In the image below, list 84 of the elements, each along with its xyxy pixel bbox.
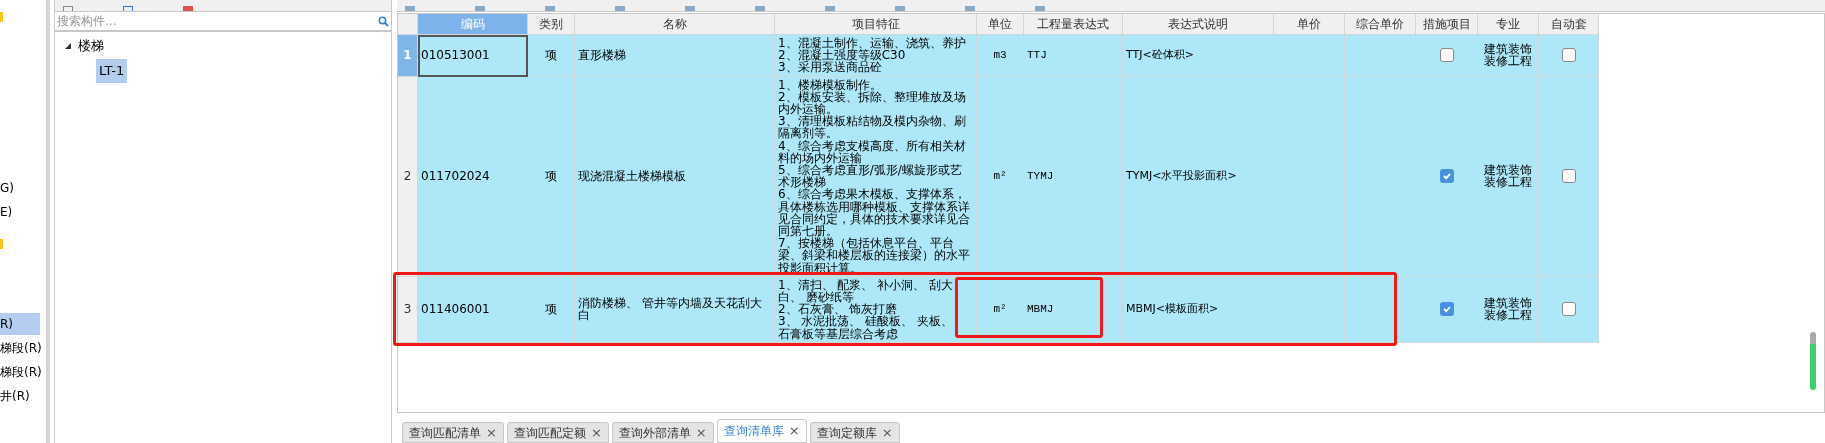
close-icon[interactable]: × <box>590 422 602 443</box>
table-cell: TTJ<砼体积> <box>1123 35 1274 77</box>
side-list-item[interactable]: G) <box>0 177 40 199</box>
checkbox[interactable] <box>1561 48 1576 63</box>
table-cell: 项 <box>528 276 575 343</box>
toolbar-icon[interactable] <box>825 6 835 11</box>
side-list-item[interactable]: 井(R) <box>0 385 40 407</box>
table-cell: 011702024 <box>418 76 528 277</box>
table-cell: 直形楼梯 <box>575 35 775 77</box>
table-cell: 1、混凝土制作、运输、浇筑、养护 2、混凝土强度等级C30 3、采用泵送商品砼 <box>778 37 966 74</box>
toolbar-icon[interactable] <box>405 6 415 11</box>
row-number[interactable]: 3 <box>398 276 418 343</box>
table-cell: MBMJ <box>1024 276 1123 343</box>
table-cell: 项 <box>528 35 575 77</box>
toolbar-icon[interactable] <box>895 6 905 11</box>
table-cell: MBMJ<模板面积> <box>1123 276 1274 343</box>
side-list-item[interactable]: 梯段(R) <box>0 361 40 383</box>
table-cell: 建筑装饰装修工程 <box>1483 164 1533 189</box>
side-list-item[interactable]: R) <box>0 313 40 335</box>
toolbar-icon[interactable] <box>615 6 625 11</box>
bottom-tab[interactable]: 查询匹配定额 × <box>506 422 609 443</box>
checkbox[interactable] <box>1439 169 1454 184</box>
column-header[interactable]: 类别 <box>528 14 575 35</box>
checkbox[interactable] <box>1439 302 1454 317</box>
column-header[interactable]: 项目特征 <box>775 14 977 35</box>
side-list-item[interactable]: E) <box>0 201 40 223</box>
bottom-tab[interactable]: 查询匹配清单 × <box>402 422 504 443</box>
column-header[interactable]: 单位 <box>977 14 1024 35</box>
search-field[interactable]: 搜索构件... <box>57 12 337 30</box>
checkbox[interactable] <box>1561 169 1576 184</box>
table-cell: 项 <box>528 76 575 277</box>
expand-triangle-icon[interactable] <box>65 43 71 49</box>
document-icon <box>123 6 133 11</box>
close-icon[interactable]: × <box>695 422 707 443</box>
table-cell: TTJ <box>1024 35 1123 77</box>
column-header[interactable]: 综合单价 <box>1345 14 1416 35</box>
delete-icon <box>183 6 193 11</box>
table-cell: 011406001 <box>418 276 528 343</box>
bottom-tab[interactable]: 查询外部清单 × <box>611 422 714 443</box>
toolbar-icon[interactable] <box>475 6 485 11</box>
side-list-item[interactable]: 梯段(R) <box>0 337 40 359</box>
table-cell: TYMJ<水平投影面积> <box>1123 76 1274 277</box>
table-cell: 建筑装饰装修工程 <box>1483 43 1533 68</box>
close-icon[interactable]: × <box>881 422 893 443</box>
checkbox[interactable] <box>1561 302 1576 317</box>
table-cell: 1、清扫、 配浆、 补小洞、 刮大 白、 磨砂纸等 2、石灰膏、 饰灰打磨 3、 水泥批荡、 硅酸板、 夹板、 石膏板等基层综合考虑 <box>778 278 954 340</box>
column-header[interactable]: 表达式说明 <box>1123 14 1274 35</box>
table-cell <box>1274 276 1345 343</box>
search-icon[interactable] <box>378 15 389 27</box>
check-icon <box>1441 171 1452 182</box>
column-header[interactable]: 名称 <box>575 14 775 35</box>
marker-icon <box>0 239 3 249</box>
column-header[interactable]: 自动套 <box>1539 14 1599 35</box>
check-icon <box>1441 304 1452 315</box>
header-corner <box>398 14 418 35</box>
close-icon[interactable]: × <box>486 422 497 443</box>
column-header[interactable]: 单价 <box>1274 14 1345 35</box>
bottom-tab[interactable]: 查询定额库 × <box>809 422 900 443</box>
tree-item[interactable]: LT-1 <box>96 59 128 83</box>
bottom-tab[interactable]: 查询清单库 × <box>716 419 807 443</box>
scrollbar-thumb[interactable] <box>1810 332 1816 390</box>
table-cell: 010513001 <box>418 35 528 77</box>
document-icon <box>63 6 73 11</box>
row-number[interactable]: 2 <box>398 76 418 277</box>
checkbox[interactable] <box>1439 48 1454 63</box>
table-cell <box>1274 35 1345 77</box>
tree-item[interactable]: 楼梯 <box>77 36 105 56</box>
table-cell: 建筑装饰装修工程 <box>1483 297 1533 322</box>
table-cell: TYMJ <box>1024 76 1123 277</box>
marker-icon <box>0 12 3 22</box>
toolbar-icon[interactable] <box>685 6 695 11</box>
column-header[interactable]: 措施项目 <box>1416 14 1478 35</box>
table-cell: m² <box>977 76 1024 277</box>
toolbar-icon[interactable] <box>545 6 555 11</box>
table-cell: m3 <box>977 35 1024 77</box>
table-cell: m² <box>977 276 1024 343</box>
table-cell: 现浇混凝土楼梯模板 <box>575 76 775 277</box>
toolbar-icon[interactable] <box>965 6 975 11</box>
close-icon[interactable]: × <box>788 421 800 441</box>
toolbar-icon[interactable] <box>1035 6 1045 11</box>
toolbar-icon[interactable] <box>755 6 765 11</box>
table-cell: 消防楼梯、 管井等内墙及天花刮大白 <box>575 276 775 343</box>
column-header[interactable]: 专业 <box>1478 14 1539 35</box>
column-header[interactable]: 工程量表达式 <box>1024 14 1123 35</box>
